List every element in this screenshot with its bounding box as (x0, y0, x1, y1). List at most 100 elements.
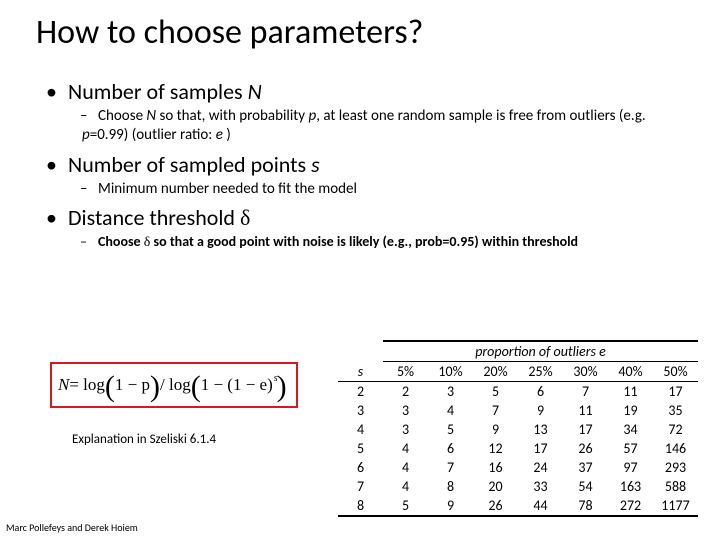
cell: 9 (428, 496, 473, 516)
cell: 26 (563, 439, 608, 458)
cell: 4 (428, 401, 473, 420)
cell-s: 7 (338, 477, 383, 496)
table-caption: proportion of outliers e (383, 341, 698, 362)
cell: 1177 (653, 496, 698, 516)
cell: 35 (653, 401, 698, 420)
col-header: 20% (473, 362, 518, 382)
cell: 6 (428, 439, 473, 458)
cell: 293 (653, 458, 698, 477)
col-header: 5% (383, 362, 428, 382)
cell: 8 (428, 477, 473, 496)
cell-s: 6 (338, 458, 383, 477)
text: =0.99) (outlier ratio: (90, 126, 216, 144)
col-header: 50% (653, 362, 698, 382)
cell: 12 (473, 439, 518, 458)
table-row: 33479111935 (338, 401, 698, 420)
col-header: 30% (563, 362, 608, 382)
cell: 11 (608, 382, 653, 402)
var-N: N (146, 107, 156, 125)
text: ) (223, 126, 231, 144)
col-s: s (338, 362, 383, 382)
credit-footer: Marc Pollefeys and Derek Hoiem (6, 521, 138, 534)
dash-icon: – (80, 233, 98, 251)
bullet-icon: • (46, 151, 68, 178)
bullet-icon: • (46, 204, 68, 231)
cell: 5 (428, 420, 473, 439)
table-row: 8592644782721177 (338, 496, 698, 516)
cell: 44 (518, 496, 563, 516)
cell-s: 2 (338, 382, 383, 402)
dash-icon: – (80, 180, 98, 199)
cell: 54 (563, 477, 608, 496)
cell: 24 (518, 458, 563, 477)
cell-s: 5 (338, 439, 383, 458)
cell: 3 (383, 401, 428, 420)
cell: 72 (653, 420, 698, 439)
cell: 7 (428, 458, 473, 477)
bullet-icon: • (46, 78, 68, 105)
cell: 34 (608, 420, 653, 439)
div-log: / log (160, 375, 191, 395)
table-body: 2235671117 33479111935 435913173472 5461… (338, 382, 698, 517)
text: Minimum number needed to fit the model (98, 180, 357, 198)
cell: 163 (608, 477, 653, 496)
table-row: 54612172657146 (338, 439, 698, 458)
slide-title: How to choose parameters? (36, 12, 423, 53)
cell: 3 (383, 420, 428, 439)
text: Choose (98, 233, 144, 250)
cell: 588 (653, 477, 698, 496)
table-header-row: s 5% 10% 20% 25% 30% 40% 50% (338, 362, 698, 382)
table: proportion of outliers e s 5% 10% 20% 25… (338, 340, 698, 517)
cell: 33 (518, 477, 563, 496)
var-e: e (599, 343, 606, 360)
one-minus-p: 1 − p (115, 375, 150, 395)
cell: 4 (383, 439, 428, 458)
bullet-list: •Number of samples N –Choose N so that, … (48, 74, 688, 258)
sub-bullet-points: –Minimum number needed to fit the model (82, 180, 688, 199)
cell: 78 (563, 496, 608, 516)
outlier-table: proportion of outliers e s 5% 10% 20% 25… (338, 340, 698, 517)
inner: 1 − (1 − e) (201, 375, 273, 395)
caption-text: proportion of outliers (475, 343, 599, 360)
col-header: 40% (608, 362, 653, 382)
eq: = log (69, 375, 105, 395)
text: so that, with probability (156, 107, 308, 125)
cell: 9 (518, 401, 563, 420)
cell-s: 4 (338, 420, 383, 439)
cell: 37 (563, 458, 608, 477)
cell-s: 8 (338, 496, 383, 516)
cell: 7 (473, 401, 518, 420)
formula: N = log(1 − p) / log(1 − (1 − e)s) (50, 362, 298, 408)
cell-s: 3 (338, 401, 383, 420)
table-row: 2235671117 (338, 382, 698, 402)
cell: 146 (653, 439, 698, 458)
dash-icon: – (80, 107, 98, 126)
bullet-text: Number of sampled points (68, 151, 311, 178)
cell: 4 (383, 458, 428, 477)
cell: 19 (608, 401, 653, 420)
cell: 20 (473, 477, 518, 496)
bullet-threshold: •Distance threshold δ (48, 204, 688, 231)
cell: 9 (473, 420, 518, 439)
bullet-samples: •Number of samples N (48, 78, 688, 105)
cell: 16 (473, 458, 518, 477)
sub-bullet-samples: –Choose N so that, with probability p , a… (82, 107, 688, 145)
table-row: 435913173472 (338, 420, 698, 439)
cell: 5 (383, 496, 428, 516)
cell: 7 (563, 382, 608, 402)
col-header: 10% (428, 362, 473, 382)
explanation-note: Explanation in Szeliski 6.1.4 (72, 432, 216, 447)
var-N: N (248, 78, 262, 105)
table-row: 64716243797293 (338, 458, 698, 477)
var-s: s (311, 151, 320, 178)
cell: 11 (563, 401, 608, 420)
text: Choose (98, 107, 146, 125)
bullet-points: •Number of sampled points s (48, 151, 688, 178)
var-e: e (216, 126, 223, 144)
var-p: p (82, 126, 90, 144)
sub-bullet-threshold: –Choose δ so that a good point with nois… (82, 233, 688, 252)
cell: 97 (608, 458, 653, 477)
var-delta: δ (240, 205, 250, 230)
cell: 5 (473, 382, 518, 402)
text: , at least one random sample is free fro… (316, 107, 646, 125)
